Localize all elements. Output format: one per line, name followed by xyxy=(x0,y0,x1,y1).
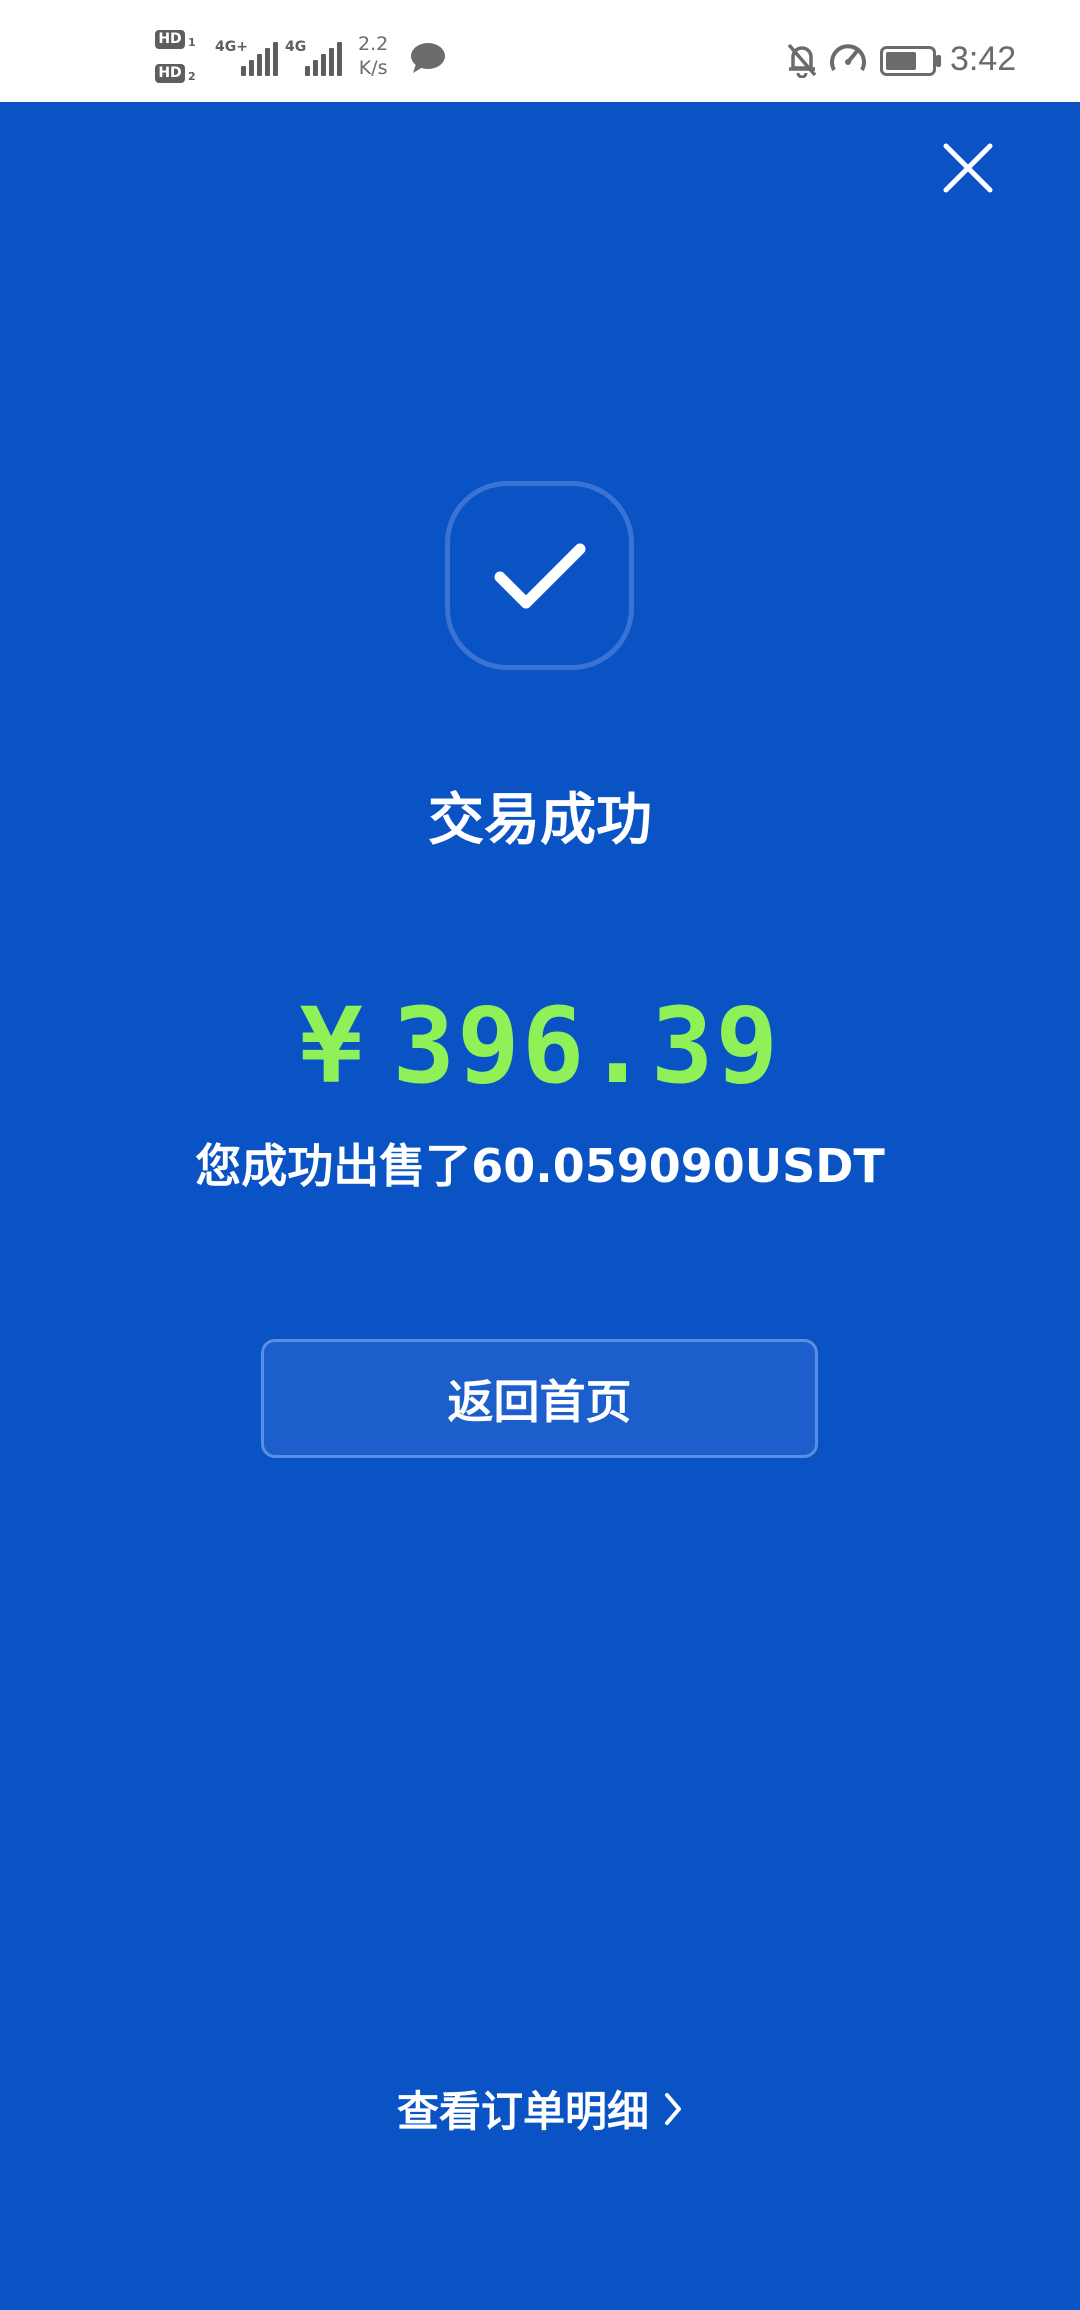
result-title: 交易成功 xyxy=(428,788,652,853)
hd2-badge: HD xyxy=(155,64,185,83)
chevron-right-icon xyxy=(665,2092,681,2125)
transaction-success-screen: HD 1 HD 2 4G+ 4G 2.2 K/s 3:42 交易成功 ¥ 396… xyxy=(0,0,1080,2310)
success-badge xyxy=(445,481,634,670)
signal1-icon xyxy=(241,42,278,76)
amount-value: 396.39 xyxy=(392,985,781,1107)
speedometer-icon xyxy=(828,40,868,80)
status-bar: HD 1 HD 2 4G+ 4G 2.2 K/s 3:42 xyxy=(0,0,1080,102)
view-order-details-link[interactable]: 查看订单明细 xyxy=(0,2078,1080,2139)
network-speed: 2.2 K/s xyxy=(358,32,388,80)
battery-icon xyxy=(880,46,942,80)
network2-label: 4G xyxy=(285,39,307,55)
return-home-button[interactable]: 返回首页 xyxy=(261,1339,818,1458)
close-button[interactable] xyxy=(940,140,996,196)
hd1-sub: 1 xyxy=(188,36,196,49)
close-icon xyxy=(943,143,993,193)
status-time: 3:42 xyxy=(950,40,1017,78)
signal2-icon xyxy=(305,42,342,76)
checkmark-icon xyxy=(494,543,586,609)
detail-link-label: 查看订单明细 xyxy=(396,2087,649,2136)
speed-unit: K/s xyxy=(358,57,388,79)
currency-symbol: ¥ xyxy=(299,985,365,1107)
message-icon xyxy=(410,42,446,78)
hd2-sub: 2 xyxy=(188,70,196,83)
result-description: 您成功出售了60.059090USDT xyxy=(195,1139,885,1193)
bell-off-icon xyxy=(785,42,819,82)
hd1-badge: HD xyxy=(155,30,185,49)
speed-value: 2.2 xyxy=(358,33,389,55)
amount-display: ¥396.39 xyxy=(0,985,1080,1107)
